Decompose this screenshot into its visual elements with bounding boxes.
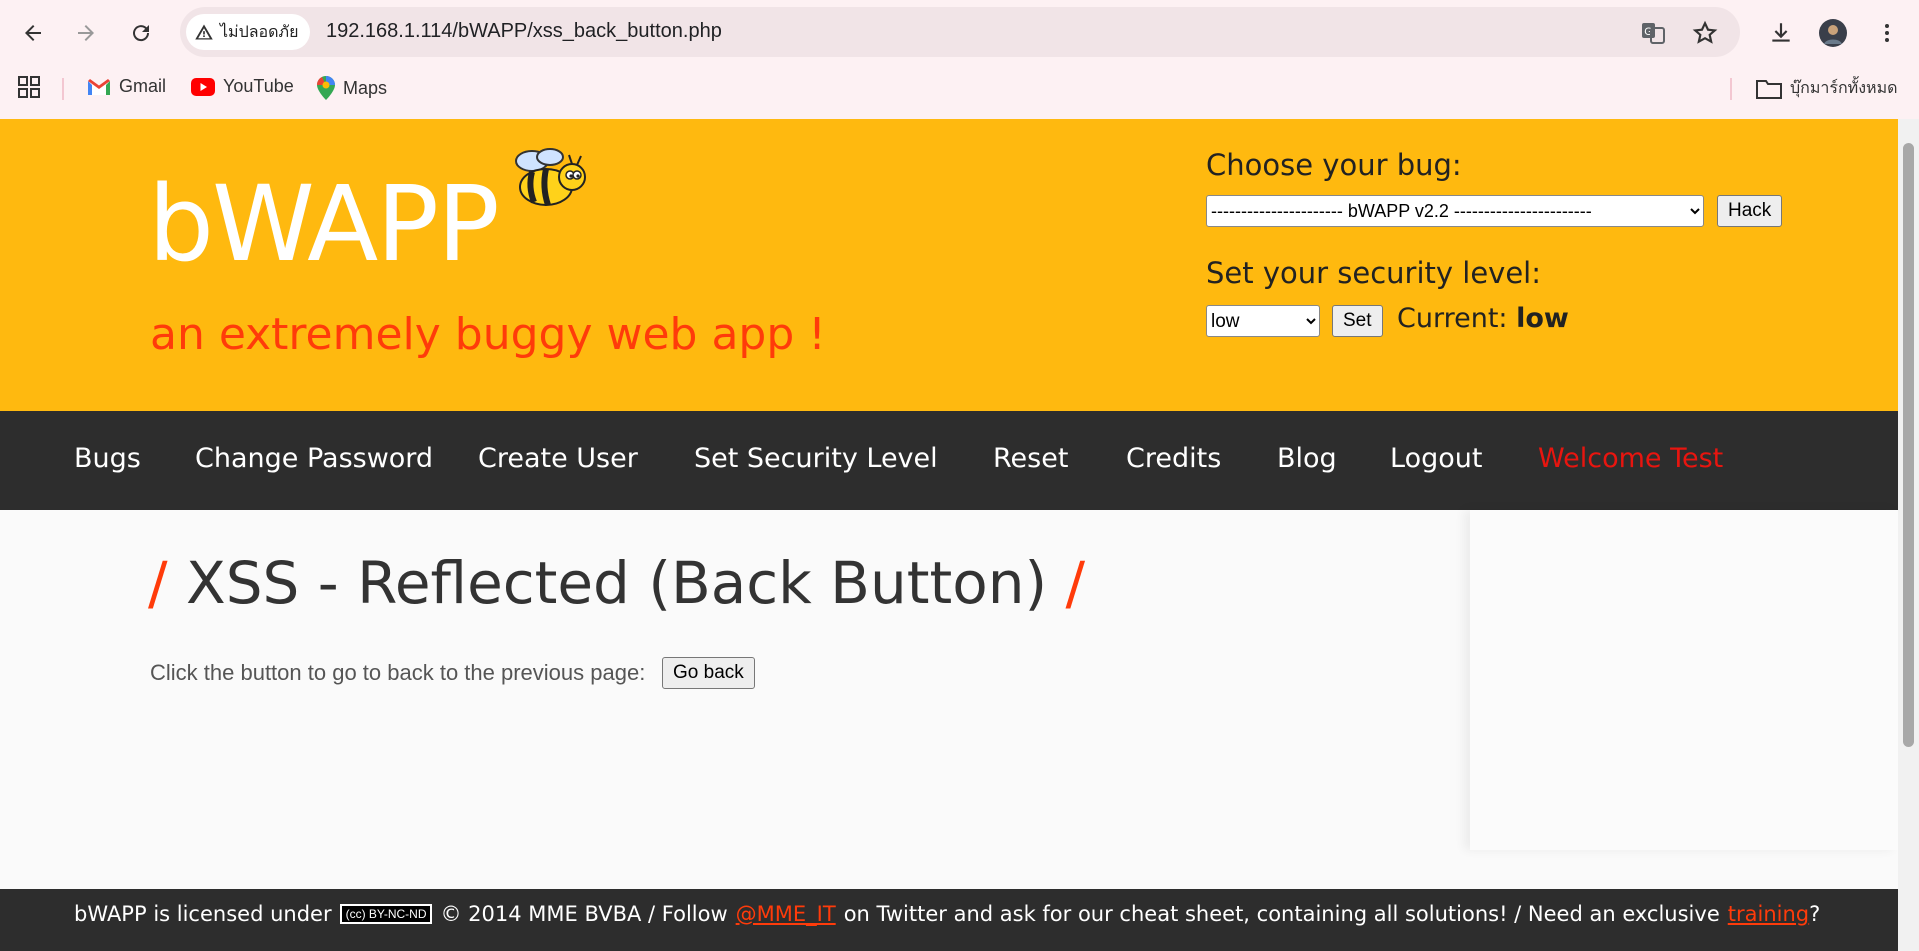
current-level-label: Current: [1397,303,1508,334]
gmail-icon [88,78,110,95]
menu-item-credits[interactable]: Credits [1126,443,1221,474]
downloads-button[interactable] [1762,14,1800,52]
download-icon [1772,23,1790,42]
bug-select[interactable]: ---------------------- bWAPP v2.2 ------… [1206,195,1704,227]
current-level-value: low [1516,303,1569,334]
scrollbar-thumb[interactable] [1903,143,1914,747]
forward-button[interactable] [67,14,105,52]
all-bookmarks-label: บุ๊กมาร์กทั้งหมด [1790,80,1898,97]
youtube-icon [191,77,215,96]
address-bar[interactable]: ไม่ปลอดภัย 192.168.1.114/bWAPP/xss_back_… [180,7,1740,57]
main-menu: Bugs Change Password Create User Set Sec… [0,411,1898,510]
bee-icon [515,148,586,206]
more-vertical-icon [1885,24,1889,42]
menu-item-welcome[interactable]: Welcome Test [1538,443,1723,474]
menu-item-reset[interactable]: Reset [993,443,1068,474]
cc-badge-label: BY-NC-ND [368,907,427,921]
title-slash-right: / [1065,549,1086,617]
security-chip[interactable]: ไม่ปลอดภัย [186,14,311,50]
footer-licensed-text: bWAPP is licensed under [74,902,332,926]
all-bookmarks[interactable]: บุ๊กมาร์กทั้งหมด [1756,76,1898,101]
menu-item-create-user[interactable]: Create User [478,443,638,474]
page-title: / XSS - Reflected (Back Button) / [148,549,1085,617]
cc-icon: (cc) [345,907,366,921]
bookmark-gmail-label: Gmail [119,76,167,96]
bookmark-gmail[interactable]: Gmail [87,76,166,97]
back-button[interactable] [14,14,52,52]
title-slash-left: / [148,549,168,617]
apps-button[interactable] [18,76,40,98]
footer-training-link[interactable]: training [1728,902,1809,926]
page-scrollbar[interactable] [1898,119,1919,951]
profile-avatar[interactable] [1814,14,1852,52]
security-level-select[interactable]: low [1206,305,1320,337]
reload-button[interactable] [122,14,160,52]
arrow-right-icon [78,25,94,41]
web-page: bWAPP an extremely buggy web app ! Choos… [0,119,1898,951]
menu-button[interactable] [1868,14,1906,52]
footer-middle-text: on Twitter and ask for our cheat sheet, … [843,902,1720,926]
security-level-label: Set your security level: [1206,256,1542,290]
menu-item-logout[interactable]: Logout [1390,443,1482,474]
arrow-left-icon [25,25,41,41]
reload-icon [133,25,150,42]
footer-copyright: © 2014 MME BVBA / Follow [440,902,728,926]
bookmark-youtube-label: YouTube [223,76,294,96]
bookmark-separator-right [1730,78,1732,100]
social-sidebar [1470,510,1898,850]
bookmarks-bar: Gmail YouTube Maps บุ๊กมาร์กทั้งหมด [0,66,1919,110]
browser-chrome: ไม่ปลอดภัย 192.168.1.114/bWAPP/xss_back_… [0,0,1919,119]
bookmark-maps-label: Maps [343,77,388,98]
site-tagline: an extremely buggy web app ! [150,309,826,360]
menu-item-change-password[interactable]: Change Password [195,443,433,474]
site-header: bWAPP an extremely buggy web app ! Choos… [0,119,1898,411]
site-footer: bWAPP is licensed under (cc) BY-NC-ND © … [0,889,1898,951]
current-level: Current: low [1397,303,1569,334]
choose-bug-label: Choose your bug: [1206,148,1462,182]
footer-end: ? [1809,902,1821,926]
hack-button[interactable]: Hack [1717,195,1783,227]
security-chip-label: ไม่ปลอดภัย [220,23,299,41]
menu-item-set-security-level[interactable]: Set Security Level [694,443,938,474]
translate-icon[interactable]: G [1640,20,1666,46]
menu-item-bugs[interactable]: Bugs [74,443,141,474]
maps-pin-icon [317,76,335,100]
url-text[interactable]: 192.168.1.114/bWAPP/xss_back_button.php [326,20,722,43]
menu-item-blog[interactable]: Blog [1277,443,1337,474]
bookmark-maps[interactable]: Maps [317,76,387,100]
page-title-text: XSS - Reflected (Back Button) [185,549,1048,617]
go-back-button[interactable]: Go back [662,657,755,689]
bookmark-youtube[interactable]: YouTube [191,76,294,97]
instruction-text: Click the button to go to back to the pr… [150,660,646,685]
folder-icon [1756,79,1782,99]
bookmark-separator [62,78,64,100]
avatar-icon [1819,19,1847,47]
set-button[interactable]: Set [1332,305,1383,337]
apps-grid-icon [18,76,40,98]
warning-icon [195,24,213,40]
bookmark-star-icon[interactable] [1692,20,1718,46]
site-logo[interactable]: bWAPP [148,163,500,285]
footer-twitter-link[interactable]: @MME_IT [736,902,836,926]
cc-license-badge[interactable]: (cc) BY-NC-ND [339,904,433,924]
